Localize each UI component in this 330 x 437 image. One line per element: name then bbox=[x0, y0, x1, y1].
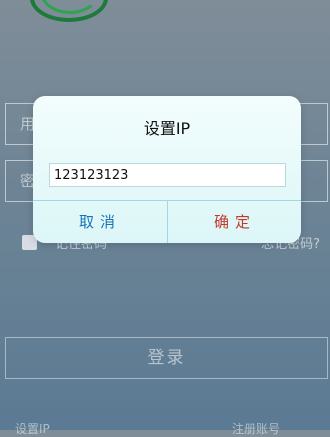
login-button[interactable]: 登录 bbox=[5, 337, 328, 379]
confirm-button[interactable]: 确定 bbox=[168, 201, 301, 243]
dialog-title: 设置IP bbox=[143, 119, 191, 138]
set-ip-link[interactable]: 设置IP bbox=[15, 420, 50, 437]
set-ip-dialog: 设置IP 取消 确定 bbox=[33, 96, 301, 243]
register-link[interactable]: 注册账号 bbox=[232, 420, 280, 437]
ip-input[interactable] bbox=[49, 163, 286, 187]
cancel-button[interactable]: 取消 bbox=[33, 201, 167, 243]
